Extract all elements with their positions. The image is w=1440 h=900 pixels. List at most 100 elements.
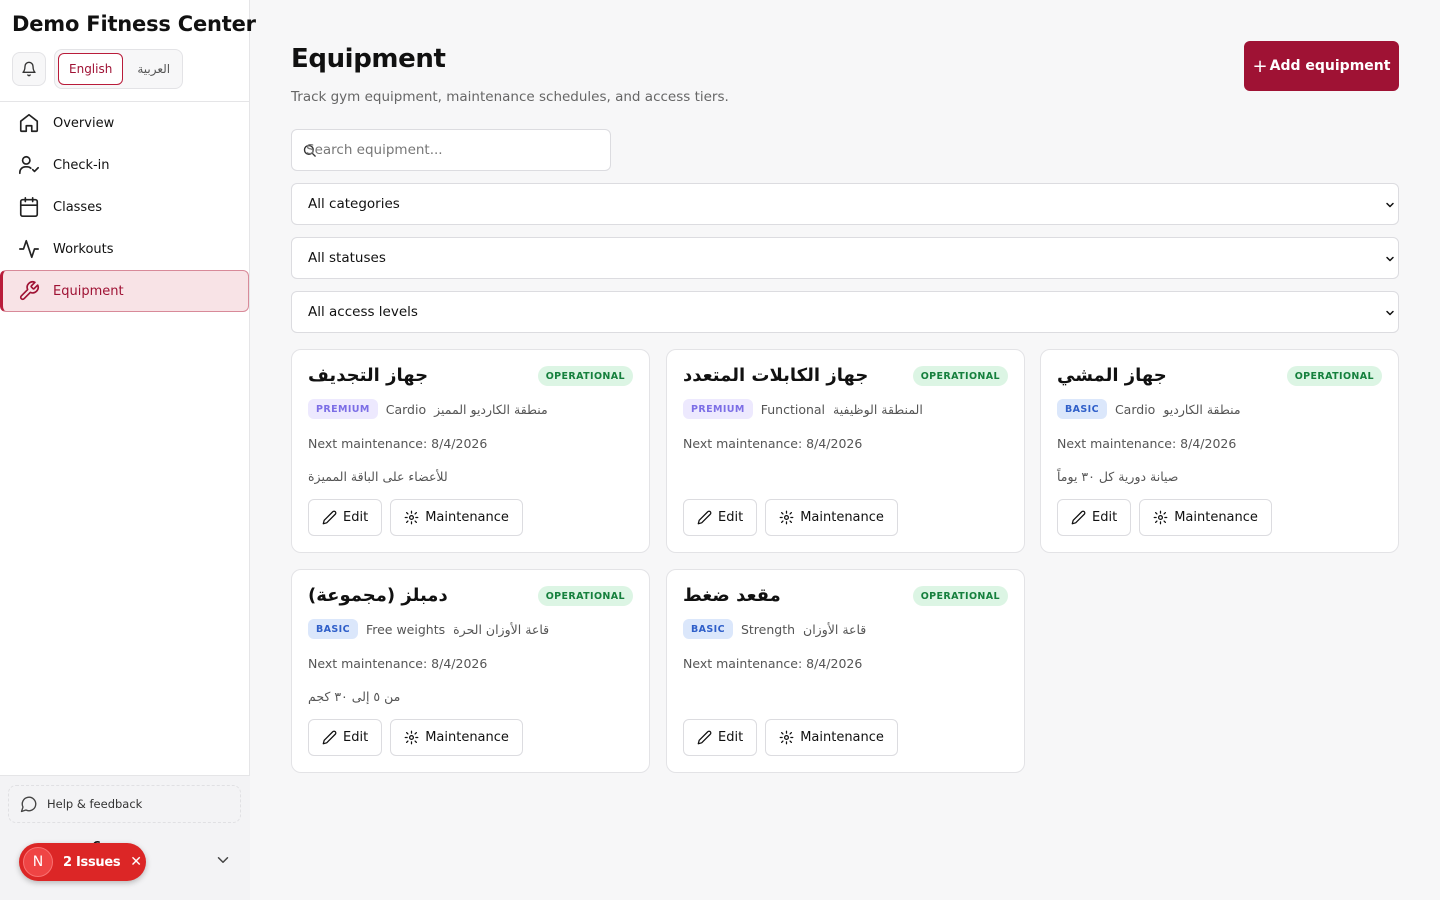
status-badge: OPERATIONAL <box>1286 366 1382 386</box>
card-actions: Edit Maintenance <box>683 719 898 756</box>
issues-label: 2 Issues <box>63 854 121 870</box>
next-maintenance: Next maintenance: 8/4/2026 <box>308 436 488 451</box>
equipment-zone: منطقة الكارديو المميز <box>434 401 548 417</box>
tier-badge: BASIC <box>308 619 358 639</box>
chevron-down-icon <box>1386 202 1394 208</box>
edit-button[interactable]: Edit <box>308 499 383 536</box>
brand-name: Demo Fitness Center <box>12 12 256 36</box>
equipment-name: جهاز التجديف <box>308 365 429 386</box>
maintenance-label: Maintenance <box>1174 510 1258 525</box>
lang-english-button[interactable]: English <box>58 53 124 85</box>
equipment-name: جهاز الكابلات المتعدد <box>683 365 869 386</box>
maintenance-label: Maintenance <box>425 730 509 745</box>
status-badge: OPERATIONAL <box>912 586 1008 606</box>
equipment-zone: منطقة الكارديو <box>1163 401 1241 417</box>
next-maintenance: Next maintenance: 8/4/2026 <box>308 656 488 671</box>
issues-indicator[interactable]: N 2 Issues ✕ <box>19 843 146 881</box>
equipment-name: مقعد ضغط <box>683 585 781 606</box>
gear-icon <box>404 730 419 745</box>
chevron-down-icon <box>1386 310 1394 316</box>
equipment-meta: PREMIUM Functional المنطقة الوظيفية <box>683 399 923 419</box>
sidebar-item-label: Equipment <box>53 283 124 299</box>
category-filter-value: All categories <box>308 196 400 212</box>
sidebar-item-check-in[interactable]: Check-in <box>0 144 249 186</box>
search-input[interactable] <box>306 130 596 170</box>
status-badge: OPERATIONAL <box>537 586 633 606</box>
lang-arabic-button[interactable]: العربية <box>127 53 180 85</box>
sidebar-footer: Help & feedback 6 ym <box>0 775 250 900</box>
calendar-icon <box>19 197 39 217</box>
plus-icon: + <box>1252 55 1268 77</box>
sidebar-item-classes[interactable]: Classes <box>0 186 249 228</box>
message-circle-icon <box>20 796 37 813</box>
access-filter-select[interactable]: All access levels <box>291 291 1399 333</box>
equipment-category: Functional <box>760 401 826 417</box>
edit-label: Edit <box>343 730 369 745</box>
bell-icon <box>22 61 36 77</box>
sidebar-item-label: Overview <box>53 115 115 131</box>
card-actions: Edit Maintenance <box>683 499 898 536</box>
maintenance-button[interactable]: Maintenance <box>765 719 898 756</box>
access-filter-value: All access levels <box>308 304 418 320</box>
maintenance-button[interactable]: Maintenance <box>390 719 523 756</box>
equipment-category: Cardio <box>1114 401 1156 417</box>
issues-avatar: N <box>23 847 53 877</box>
equipment-meta: BASIC Cardio منطقة الكارديو <box>1057 399 1241 419</box>
pencil-icon <box>697 510 712 525</box>
status-badge: OPERATIONAL <box>537 366 633 386</box>
equipment-card: جهاز الكابلات المتعدد OPERATIONAL PREMIU… <box>666 349 1025 553</box>
edit-label: Edit <box>343 510 369 525</box>
edit-label: Edit <box>1092 510 1118 525</box>
equipment-meta: PREMIUM Cardio منطقة الكارديو المميز <box>308 399 548 419</box>
tier-badge: PREMIUM <box>683 399 753 419</box>
wrench-icon <box>19 281 39 301</box>
card-actions: Edit Maintenance <box>308 719 523 756</box>
chevron-down-icon[interactable] <box>214 851 232 869</box>
maintenance-label: Maintenance <box>425 510 509 525</box>
card-actions: Edit Maintenance <box>1057 499 1272 536</box>
sidebar-item-label: Classes <box>53 199 102 215</box>
edit-button[interactable]: Edit <box>1057 499 1132 536</box>
sidebar-item-overview[interactable]: Overview <box>0 102 249 144</box>
close-icon[interactable]: ✕ <box>130 854 142 870</box>
equipment-card: مقعد ضغط OPERATIONAL BASIC Strength قاعة… <box>666 569 1025 773</box>
card-actions: Edit Maintenance <box>308 499 523 536</box>
activity-icon <box>19 239 39 259</box>
equipment-meta: BASIC Free weights قاعة الأوزان الحرة <box>308 619 549 639</box>
edit-button[interactable]: Edit <box>683 499 758 536</box>
edit-label: Edit <box>718 510 744 525</box>
user-check-icon <box>19 155 39 175</box>
equipment-name: جهاز المشي <box>1057 365 1167 386</box>
equipment-note: للأعضاء على الباقة المميزة <box>308 469 448 484</box>
status-badge: OPERATIONAL <box>912 366 1008 386</box>
gear-icon <box>404 510 419 525</box>
equipment-zone: قاعة الأوزان <box>803 621 867 637</box>
notifications-button[interactable] <box>12 52 46 86</box>
add-equipment-button[interactable]: + Add equipment <box>1244 41 1399 91</box>
add-equipment-label: Add equipment <box>1269 58 1391 74</box>
equipment-zone: المنطقة الوظيفية <box>833 401 923 417</box>
equipment-category: Strength <box>740 621 796 637</box>
status-filter-select[interactable]: All statuses <box>291 237 1399 279</box>
edit-button[interactable]: Edit <box>683 719 758 756</box>
sidebar-item-label: Check-in <box>53 157 110 173</box>
help-feedback-button[interactable]: Help & feedback <box>8 785 241 823</box>
sidebar-item-label: Workouts <box>53 241 114 257</box>
pencil-icon <box>1071 510 1086 525</box>
maintenance-button[interactable]: Maintenance <box>1139 499 1272 536</box>
gear-icon <box>779 730 794 745</box>
sidebar-item-equipment[interactable]: Equipment <box>0 270 249 312</box>
main-content: Equipment Track gym equipment, maintenan… <box>250 0 1440 900</box>
language-switcher: English العربية <box>54 49 183 89</box>
next-maintenance: Next maintenance: 8/4/2026 <box>683 656 863 671</box>
chevron-down-icon <box>1386 256 1394 262</box>
gear-icon <box>1153 510 1168 525</box>
maintenance-button[interactable]: Maintenance <box>765 499 898 536</box>
maintenance-label: Maintenance <box>800 730 884 745</box>
edit-button[interactable]: Edit <box>308 719 383 756</box>
category-filter-select[interactable]: All categories <box>291 183 1399 225</box>
next-maintenance: Next maintenance: 8/4/2026 <box>1057 436 1237 451</box>
maintenance-button[interactable]: Maintenance <box>390 499 523 536</box>
status-filter-value: All statuses <box>308 250 386 266</box>
sidebar-item-workouts[interactable]: Workouts <box>0 228 249 270</box>
